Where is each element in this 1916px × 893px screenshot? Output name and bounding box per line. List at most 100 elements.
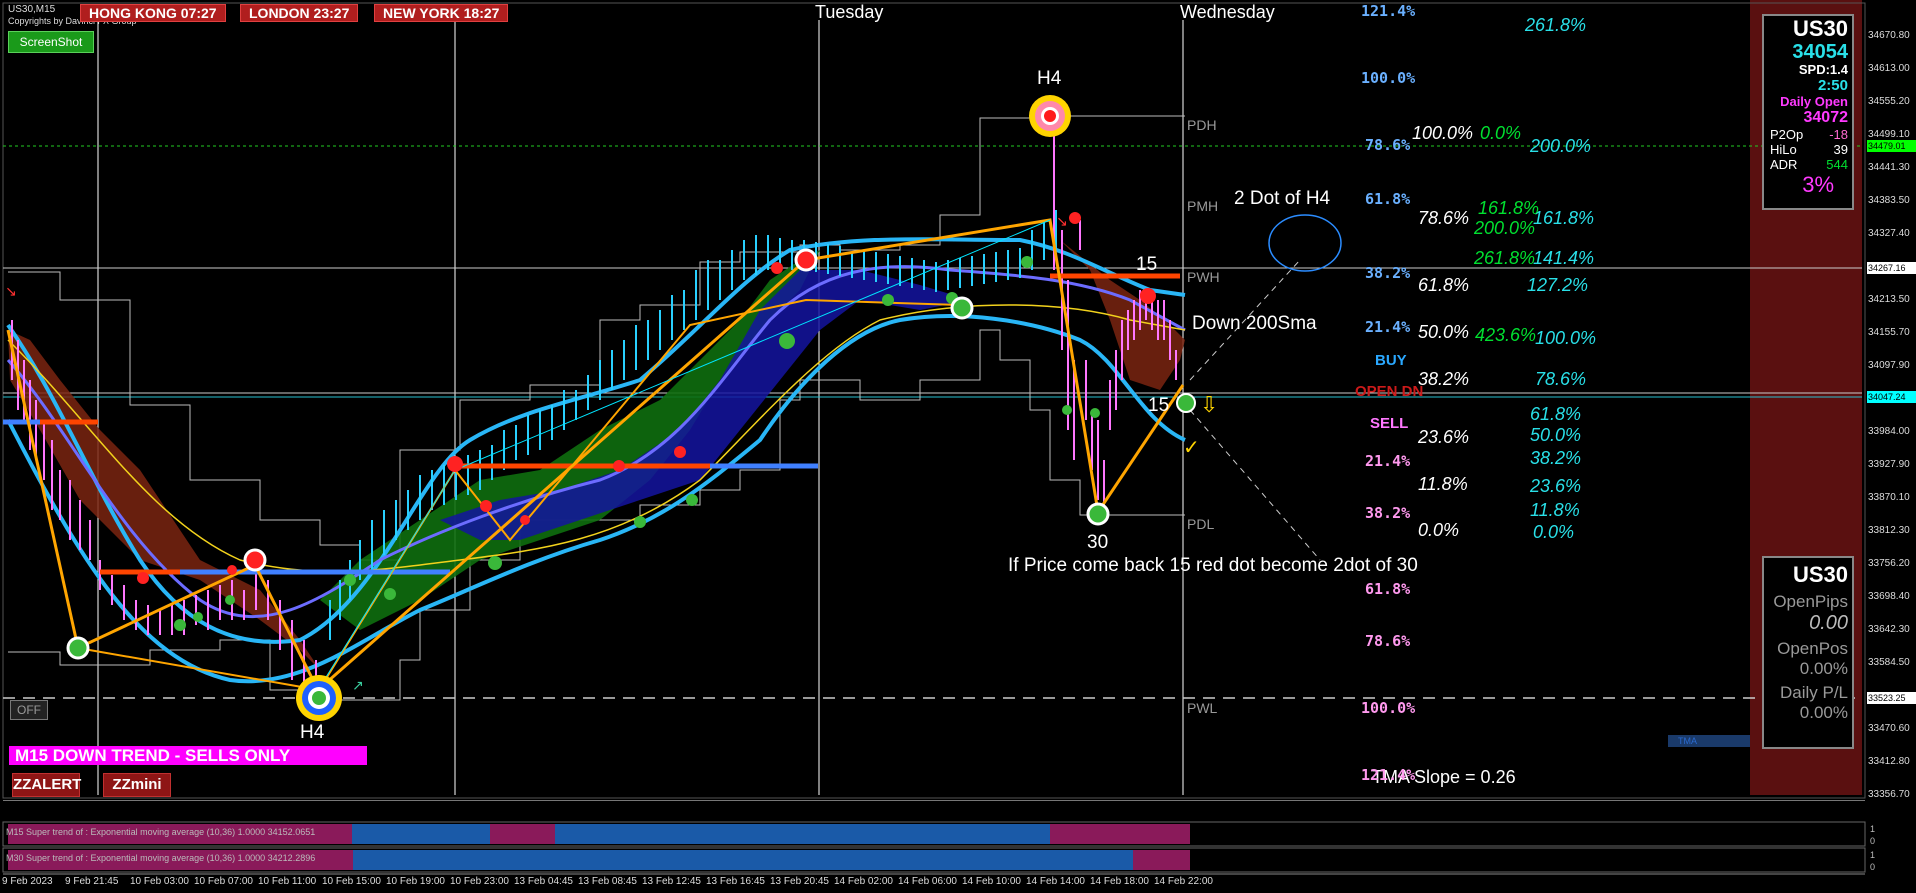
panel-row-p2op: P2Op -18 (1764, 127, 1848, 142)
fib-blue-2: 78.6% (1365, 136, 1411, 154)
zzalert-button[interactable]: ZZALERT (12, 773, 81, 797)
panel-daily-open: 34072 (1803, 109, 1849, 126)
signal-open-dn: OPEN DN (1355, 383, 1424, 400)
open-pips-value: 0.00 (1809, 612, 1848, 634)
bear-cloud (8, 330, 320, 670)
price-label-daily-open: 34479.01 (1867, 140, 1916, 152)
fib-cyan-9: 38.2% (1530, 448, 1582, 468)
row-label: ADR (1770, 157, 1798, 172)
zzmini-button[interactable]: ZZmini (103, 773, 171, 797)
st-bar-pink (1050, 824, 1190, 844)
price-tick: 34097.90 (1868, 360, 1910, 371)
off-button[interactable]: OFF (10, 700, 48, 720)
price-tick: 33698.40 (1868, 591, 1910, 602)
arrow-down-icon: ↘ (1056, 214, 1068, 230)
st-bar-pink (490, 824, 555, 844)
time-label: 10 Feb 03:00 (130, 876, 189, 887)
time-label: 13 Feb 04:45 (514, 876, 573, 887)
price-tick: 34613.00 (1868, 63, 1910, 74)
panel-spread: SPD:1.4 (1798, 62, 1848, 77)
fifteen-label-top: 15 (1136, 254, 1158, 275)
fib-green-1: 161.8% (1478, 198, 1540, 218)
fib-cyan-5: 100.0% (1535, 328, 1597, 348)
subwindow-m30-label: M30 Super trend of : Exponential moving … (6, 853, 316, 863)
swing-dot (1140, 288, 1156, 304)
day-label-tuesday: Tuesday (815, 2, 884, 22)
screenshot-button[interactable]: ScreenShot (8, 31, 94, 53)
fib-white-4: 38.2% (1418, 369, 1470, 389)
swing-dot (1086, 502, 1110, 526)
price-label-pwl: 33523.25 (1867, 692, 1916, 704)
level-pdl: PDL (1187, 516, 1215, 532)
st-bar-blue (555, 824, 1050, 844)
fib-blue-3: 61.8% (1365, 190, 1411, 208)
time-label: 14 Feb 10:00 (962, 876, 1021, 887)
swing-dot (66, 636, 90, 660)
price-tick: 34499.10 (1868, 129, 1910, 140)
level-pwh: PWH (1187, 269, 1220, 285)
price-label-bid: 34047.24 (1867, 391, 1916, 403)
fib-white-3: 50.0% (1418, 322, 1470, 342)
down-200sma-note: Down 200Sma (1192, 313, 1317, 334)
price-tick: 33470.60 (1868, 723, 1910, 734)
panel2-symbol: US30 (1792, 562, 1848, 587)
fib-white-0: 100.0% (1412, 123, 1474, 143)
if-price-note: If Price come back 15 red dot become 2do… (1008, 555, 1418, 576)
fib-blue-1: 100.0% (1361, 69, 1416, 87)
arrow-down-icon: ↘ (5, 284, 17, 300)
fib-green-2: 200.0% (1474, 218, 1536, 238)
fib-pink-2: 61.8% (1365, 580, 1411, 598)
sub-scale: 0 (1870, 836, 1876, 846)
daily-pl-label: Daily P/L (1779, 683, 1848, 702)
level-pwl: PWL (1187, 700, 1218, 716)
time-label: 14 Feb 06:00 (898, 876, 957, 887)
fib-cyan-8: 50.0% (1530, 425, 1582, 445)
price-tick: 34441.30 (1868, 162, 1910, 173)
st-bar-pink (1133, 850, 1190, 870)
fib-pink-4: 100.0% (1361, 699, 1416, 717)
fib-cyan-7: 61.8% (1530, 404, 1582, 424)
panel-daily-open-label: Daily Open (1780, 94, 1848, 109)
fib-pink-5: 121.4% (1361, 766, 1416, 784)
fib-white-1: 78.6% (1418, 208, 1470, 228)
time-label: 14 Feb 02:00 (834, 876, 893, 887)
candles-bear (11, 320, 317, 690)
fib-cyan-1: 200.0% (1530, 136, 1592, 156)
panel-pct: 3% (1802, 172, 1834, 197)
swing-dot (794, 248, 818, 272)
price-tick: 33642.30 (1868, 624, 1910, 635)
row-label: HiLo (1770, 142, 1797, 157)
price-tick: 34555.20 (1868, 96, 1910, 107)
blue-cloud (440, 270, 970, 540)
h4-bottom-label: H4 (300, 722, 325, 743)
swing-dot (1176, 393, 1196, 413)
fib-white-2: 61.8% (1418, 275, 1470, 295)
open-pos-label: OpenPos (1777, 639, 1848, 658)
clock-new-york: NEW YORK 18:27 (374, 4, 509, 22)
price-tick: 34155.70 (1868, 327, 1910, 338)
price-tick: 33356.70 (1868, 789, 1910, 800)
price-tick: 33812.30 (1868, 525, 1910, 536)
st-bar-blue (353, 850, 1133, 870)
check-icon: ✓ (1183, 435, 1200, 459)
signal-sell: SELL (1370, 415, 1409, 432)
price-label-pwh: 34267.16 (1867, 262, 1916, 274)
fib-blue-4: 38.2% (1365, 264, 1411, 282)
sub-scale: 1 (1870, 850, 1876, 860)
fifteen-label-bottom: 15 (1148, 395, 1170, 416)
price-tick: 34670.80 (1868, 30, 1910, 41)
panel-row-adr: ADR 544 (1764, 157, 1848, 172)
fib-pink-3: 78.6% (1365, 632, 1411, 650)
time-label: 14 Feb 18:00 (1090, 876, 1149, 887)
day-label-wednesday: Wednesday (1180, 2, 1275, 22)
fib-green-4: 423.6% (1475, 325, 1537, 345)
fib-white-7: 0.0% (1418, 520, 1460, 540)
time-label: 13 Feb 12:45 (642, 876, 701, 887)
sub-scale: 1 (1870, 824, 1876, 834)
daily-pl-value: 0.00% (1799, 703, 1848, 722)
price-tick: 33984.00 (1868, 426, 1910, 437)
price-axis[interactable]: 34670.80 34613.00 34555.20 34499.10 3444… (1862, 0, 1916, 893)
price-tick: 34213.50 (1868, 294, 1910, 305)
level-pdh: PDH (1187, 117, 1217, 133)
signal-buy: BUY (1375, 352, 1407, 369)
